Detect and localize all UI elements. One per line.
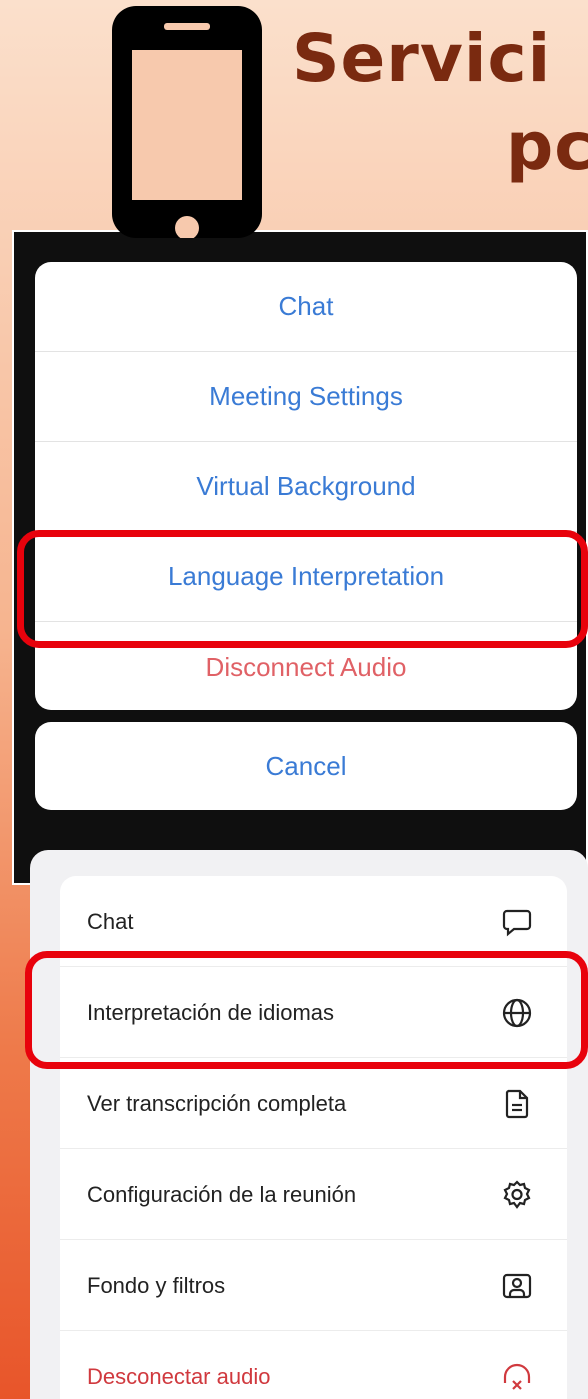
menu-item-label: Disconnect Audio [205,651,407,682]
menu-item-label: Virtual Background [196,471,416,501]
menu-item-label: Language Interpretation [167,561,445,591]
menu-item-interpretacion-idiomas[interactable]: Interpretación de idiomas [60,967,567,1058]
menu-item-disconnect-audio[interactable]: Disconnect Audio [35,622,577,710]
gear-icon [503,1180,531,1209]
menu-item-label: Interpretación de idiomas [87,999,335,1025]
headphones-disconnect-icon [503,1363,531,1390]
cancel-label: Cancel [265,750,347,781]
menu-item-meeting-settings[interactable]: Meeting Settings [35,352,577,442]
document-icon [505,1089,529,1119]
action-sheet-english: Chat Meeting Settings Virtual Background… [35,262,577,710]
globe-icon [502,998,532,1028]
menu-item-label: Desconectar audio [87,1363,271,1389]
menu-item-chat-es[interactable]: Chat [60,876,567,967]
cancel-button[interactable]: Cancel [35,722,577,810]
menu-item-label: Configuración de la reunión [87,1181,357,1207]
menu-item-chat[interactable]: Chat [35,262,577,352]
portrait-icon [502,1273,532,1299]
menu-item-configuracion-reunion[interactable]: Configuración de la reunión [60,1149,567,1240]
menu-item-fondo-filtros[interactable]: Fondo y filtros [60,1240,567,1331]
menu-item-ver-transcripcion[interactable]: Ver transcripción completa [60,1058,567,1149]
menu-item-label: Meeting Settings [209,381,403,411]
menu-item-label: Fondo y filtros [87,1272,226,1298]
page-title-line-1: Servici [292,20,552,97]
menu-item-desconectar-audio[interactable]: Desconectar audio [60,1331,567,1399]
smartphone-icon [112,6,262,238]
action-sheet-spanish: Chat Interpretación de idiomas Ver trans… [60,876,567,1399]
menu-item-label: Chat [87,908,134,934]
page-title-line-2: pc [506,108,588,185]
menu-item-virtual-background[interactable]: Virtual Background [35,442,577,532]
menu-item-language-interpretation[interactable]: Language Interpretation [35,532,577,622]
chat-bubble-icon [502,909,532,937]
menu-item-label: Chat [278,291,334,321]
menu-item-label: Ver transcripción completa [87,1090,347,1116]
